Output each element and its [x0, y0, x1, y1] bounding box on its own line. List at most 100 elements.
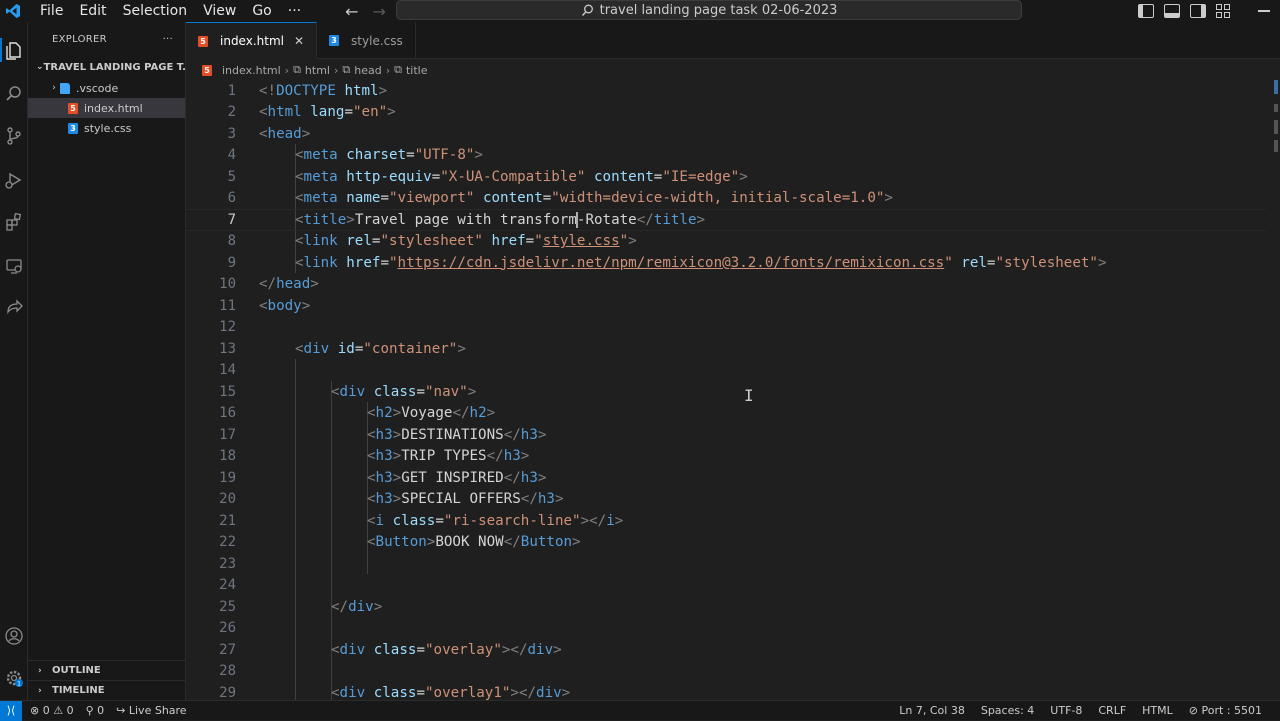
code-token: head: [267, 125, 302, 142]
code-token: name: [346, 190, 381, 207]
code-token: charset: [346, 147, 407, 164]
code-line[interactable]: 22 <Button>BOOK NOW</Button>: [186, 532, 1266, 554]
code-token: </: [520, 491, 538, 508]
line-number: 8: [227, 233, 236, 250]
close-icon[interactable]: ✕: [294, 34, 304, 48]
tree-item-style-css[interactable]: 3 style.css: [28, 118, 185, 138]
code-line[interactable]: 12: [186, 317, 1266, 339]
extensions-icon[interactable]: [0, 208, 28, 236]
tree-item-vscode[interactable]: › .vscode: [28, 78, 185, 98]
code-editor[interactable]: I 1 <!DOCTYPE html> 2 <html lang="en"> 3 <hea…: [186, 80, 1280, 701]
live-share-button[interactable]: ↪ Live Share: [116, 704, 186, 717]
code-line[interactable]: 21 <i class="ri-search-line"></i>: [186, 510, 1266, 532]
code-token: div: [339, 684, 366, 701]
code-token: h3: [375, 491, 393, 508]
code-line[interactable]: 7 <title>Travel page with transform-Rotat…: [186, 209, 1266, 231]
tab-index-html[interactable]: 5 index.html ✕: [186, 22, 318, 59]
back-arrow-icon[interactable]: ←: [345, 2, 358, 21]
code-line[interactable]: 18 <h3>TRIP TYPES</h3>: [186, 446, 1266, 468]
code-line[interactable]: 16 <h2>Voyage</h2>: [186, 403, 1266, 425]
code-line[interactable]: 14: [186, 360, 1266, 382]
customize-layout-icon[interactable]: [1216, 4, 1230, 18]
tree-item-index-html[interactable]: 5 index.html: [28, 98, 185, 118]
breadcrumb-item[interactable]: html: [305, 64, 330, 77]
language-mode[interactable]: HTML: [1142, 704, 1173, 717]
account-icon[interactable]: [0, 622, 28, 650]
no-entry-icon: ⊘: [1188, 704, 1198, 717]
code-token: DOCTYPE: [276, 82, 336, 99]
code-line[interactable]: 23: [186, 553, 1266, 575]
manage-gear-icon[interactable]: 1: [0, 664, 28, 692]
code-line[interactable]: 4 <meta charset="UTF-8">: [186, 145, 1266, 167]
code-line[interactable]: 9 <link href="https://cdn.jsdelivr.net/np…: [186, 252, 1266, 274]
code-token: div: [339, 641, 366, 658]
code-line[interactable]: 2 <html lang="en">: [186, 102, 1266, 124]
code-token: >: [553, 641, 562, 658]
code-line[interactable]: 10 </head>: [186, 274, 1266, 296]
code-line[interactable]: 17 <h3>DESTINATIONS</h3>: [186, 424, 1266, 446]
timeline-section[interactable]: › TIMELINE: [28, 680, 186, 700]
encoding[interactable]: UTF-8: [1050, 704, 1082, 717]
explorer-more-actions[interactable]: ···: [163, 34, 173, 45]
tab-style-css[interactable]: 3 style.css: [317, 22, 416, 59]
menu-more[interactable]: ···: [280, 3, 309, 19]
code-token: >: [467, 383, 477, 400]
live-server-port[interactable]: ⊘ Port : 5501: [1189, 704, 1262, 717]
code-line[interactable]: 11 <body>: [186, 295, 1266, 317]
code-line[interactable]: 13 <div id="container">: [186, 338, 1266, 360]
command-center-search[interactable]: travel landing page task 02-06-2023: [396, 0, 1022, 20]
code-line[interactable]: 19 <h3>GET INSPIRED</h3>: [186, 467, 1266, 489]
toggle-panel-icon[interactable]: [1164, 4, 1180, 18]
line-number: 7: [227, 211, 236, 228]
live-share-icon[interactable]: [0, 294, 28, 322]
menu-view[interactable]: View: [195, 3, 244, 19]
outline-section[interactable]: › OUTLINE: [28, 660, 186, 680]
cursor-position[interactable]: Ln 7, Col 38: [899, 704, 965, 717]
code-line[interactable]: 8 <link rel="stylesheet" href="style.css"…: [186, 231, 1266, 253]
code-text: <div class="nav">: [331, 384, 476, 400]
remote-explorer-icon[interactable]: [0, 252, 28, 280]
menu-selection[interactable]: Selection: [115, 3, 196, 19]
source-control-icon[interactable]: [0, 122, 28, 150]
forward-arrow-icon[interactable]: →: [373, 2, 386, 21]
code-line[interactable]: 3 <head>: [186, 123, 1266, 145]
code-line[interactable]: 25 </div>: [186, 596, 1266, 618]
code-line[interactable]: 1 <!DOCTYPE html>: [186, 80, 1266, 102]
code-token: <: [295, 190, 304, 207]
problems-indicator[interactable]: ⊗ 0 ⚠ 0: [30, 704, 74, 717]
code-line[interactable]: 27 <div class="overlay"></div>: [186, 639, 1266, 661]
code-line[interactable]: 5 <meta http-equiv="X-UA-Compatible" cont…: [186, 166, 1266, 188]
line-number: 16: [219, 405, 236, 422]
indentation[interactable]: Spaces: 4: [981, 704, 1034, 717]
toggle-secondary-sidebar-icon[interactable]: [1190, 4, 1206, 18]
code-token: <: [295, 233, 304, 250]
css-file-icon: 3: [68, 122, 78, 134]
breadcrumb-item[interactable]: title: [406, 64, 428, 77]
end-of-line[interactable]: CRLF: [1098, 704, 1126, 717]
code-line[interactable]: 6 <meta name="viewport" content="width=de…: [186, 188, 1266, 210]
remote-indicator-icon[interactable]: ⟩⟨: [0, 700, 22, 721]
code-token: h3: [375, 448, 393, 465]
explorer-icon[interactable]: [0, 36, 28, 64]
toggle-primary-sidebar-icon[interactable]: [1138, 4, 1154, 18]
minimize-icon[interactable]: [1258, 10, 1270, 12]
ports-indicator[interactable]: ⚲ 0: [86, 704, 105, 717]
code-line[interactable]: 20 <h3>SPECIAL OFFERS</h3>: [186, 489, 1266, 511]
breadcrumb-item[interactable]: index.html: [222, 64, 281, 77]
run-debug-icon[interactable]: [0, 166, 28, 194]
line-number: 13: [219, 340, 236, 357]
code-line[interactable]: 24: [186, 575, 1266, 597]
code-token: id: [337, 340, 355, 357]
code-line[interactable]: 26: [186, 618, 1266, 640]
menu-go[interactable]: Go: [244, 3, 279, 19]
breadcrumb-item[interactable]: head: [354, 64, 381, 77]
menu-file[interactable]: File: [32, 3, 71, 19]
workspace-folder-header[interactable]: ⌄ TRAVEL LANDING PAGE T...: [28, 56, 185, 78]
menu-edit[interactable]: Edit: [71, 3, 114, 19]
code-line[interactable]: 15 <div class="nav">: [186, 381, 1266, 403]
code-token: h2: [469, 405, 487, 422]
search-icon[interactable]: [0, 80, 28, 108]
code-line[interactable]: 28: [186, 661, 1266, 683]
